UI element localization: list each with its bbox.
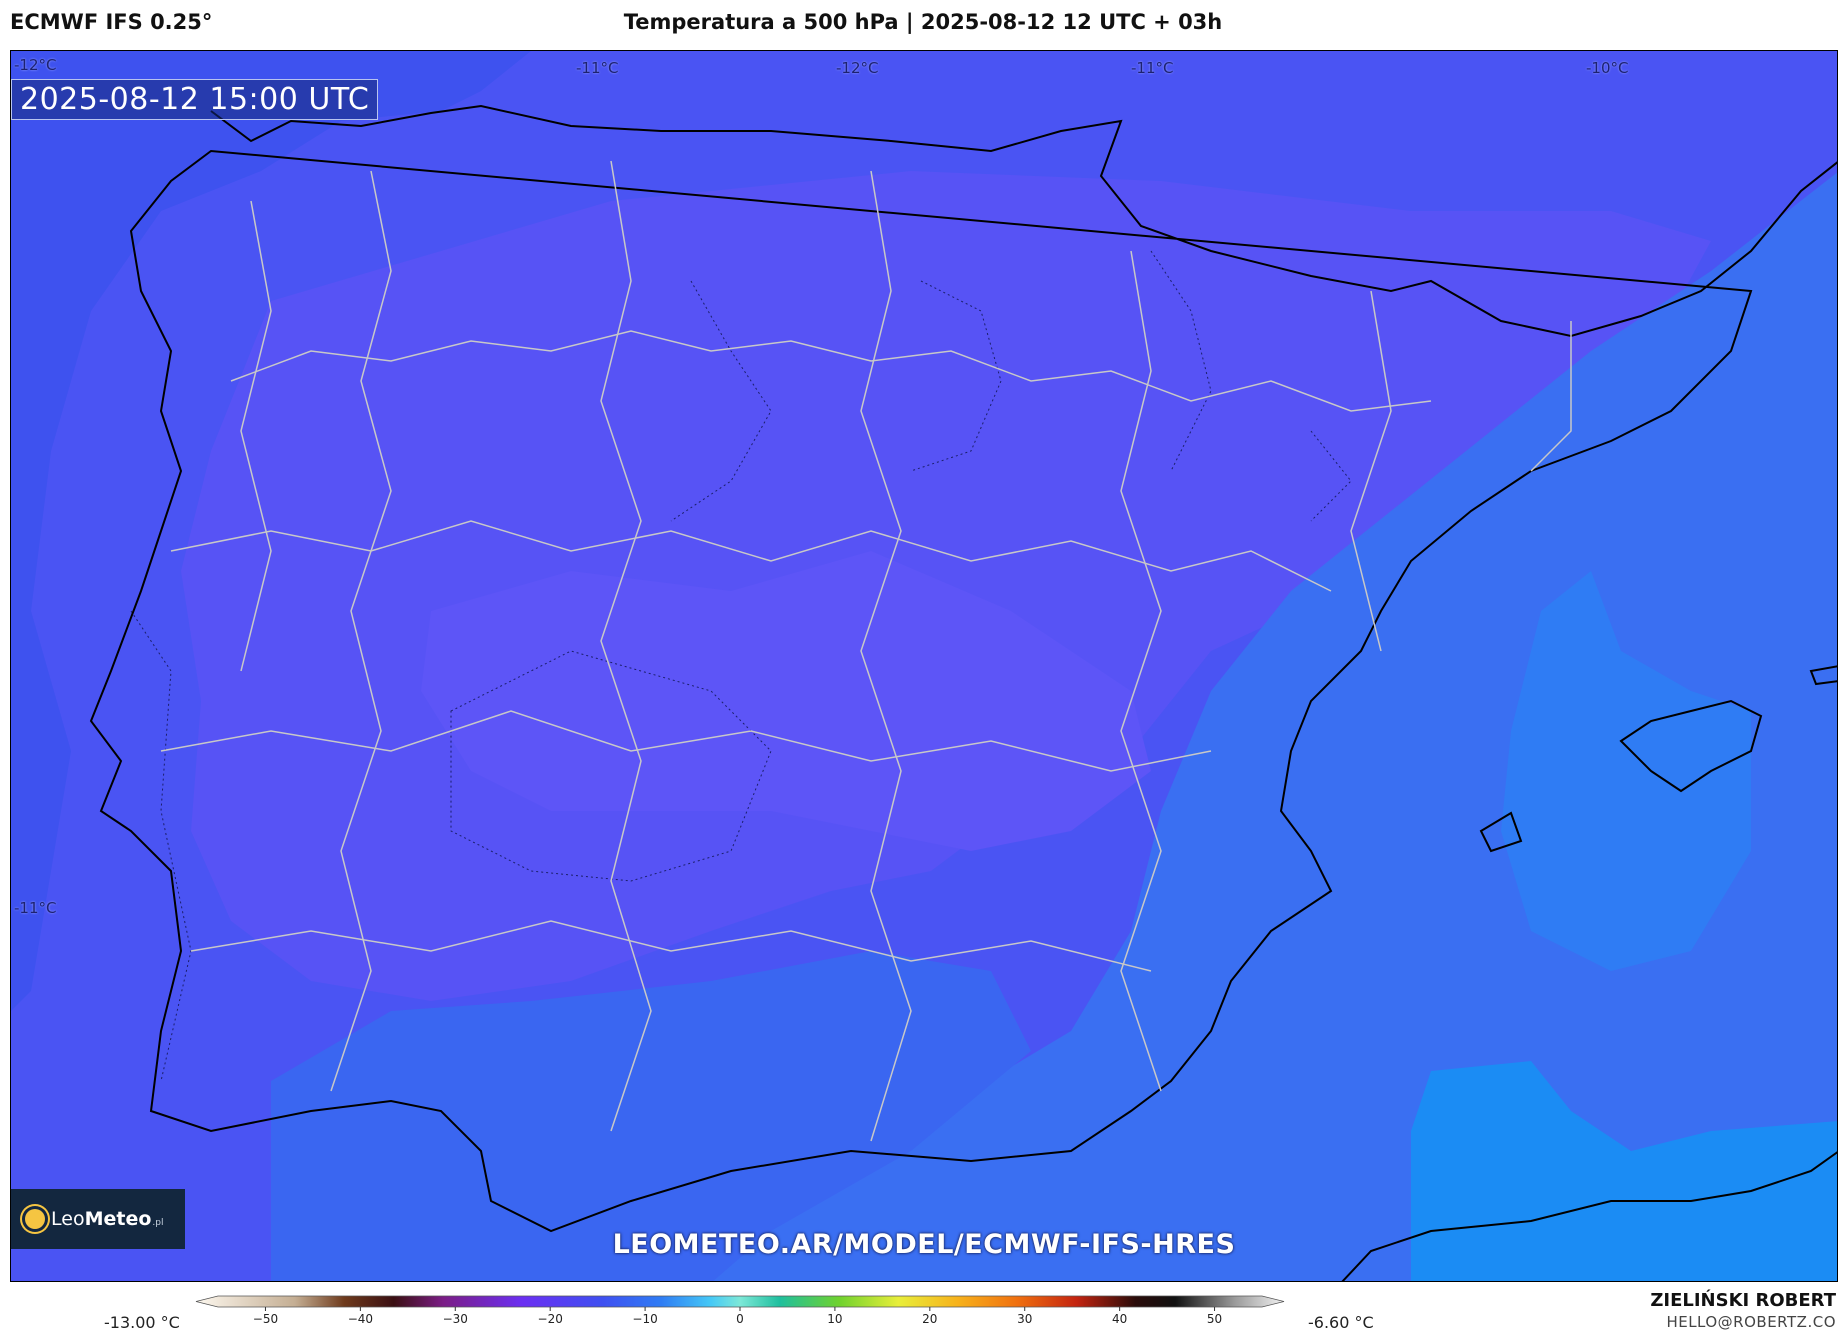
colorbar: -13.00 °C −50 −40 −30 −20 −10 0 10 20 30 40 50 -6.… bbox=[0, 1290, 1846, 1338]
temperature-map: 2025-08-12 15:00 UTC -12°C -11°C -12°C -… bbox=[10, 50, 1838, 1282]
colorbar-max-label: -6.60 °C bbox=[1308, 1313, 1374, 1332]
isotherm-label-2: -11°C bbox=[576, 59, 619, 77]
valid-time-label: 2025-08-12 15:00 UTC bbox=[11, 79, 379, 120]
isotherm-label-1: -12°C bbox=[14, 56, 57, 74]
logo-text: LeoMeteo.pl bbox=[51, 1208, 164, 1230]
colorbar-tick-label: −10 bbox=[632, 1312, 657, 1326]
colorbar-tick-label: −30 bbox=[443, 1312, 468, 1326]
isotherm-label-3: -12°C bbox=[836, 59, 879, 77]
isotherm-label-4: -11°C bbox=[1131, 59, 1174, 77]
colorbar-tick-label: 50 bbox=[1207, 1312, 1222, 1326]
colorbar-tick-label: 40 bbox=[1112, 1312, 1127, 1326]
colorbar-tick-label: −20 bbox=[538, 1312, 563, 1326]
map-canvas bbox=[11, 51, 1837, 1281]
colorbar-tick-label: 10 bbox=[827, 1312, 842, 1326]
author-name: ZIELIŃSKI ROBERT bbox=[1650, 1290, 1836, 1311]
sun-icon bbox=[25, 1209, 45, 1229]
source-watermark: LEOMETEO.AR/MODEL/ECMWF-IFS-HRES bbox=[612, 1229, 1236, 1260]
isotherm-label-5: -10°C bbox=[1586, 59, 1629, 77]
colorbar-scale: −50 −40 −30 −20 −10 0 10 20 30 40 50 bbox=[195, 1295, 1285, 1326]
colorbar-tick-label: −40 bbox=[348, 1312, 373, 1326]
colorbar-tick-label: 30 bbox=[1017, 1312, 1032, 1326]
colorbar-gradient bbox=[195, 1295, 1285, 1308]
colorbar-tick-label: 20 bbox=[922, 1312, 937, 1326]
map-title: Temperatura a 500 hPa | 2025-08-12 12 UT… bbox=[623, 10, 1223, 34]
isotherm-label-6: -11°C bbox=[14, 899, 57, 917]
colorbar-tick-label: 0 bbox=[736, 1312, 744, 1326]
author-email: HELLO@ROBERTZ.CO bbox=[1666, 1313, 1836, 1331]
colorbar-tick-label: −50 bbox=[253, 1312, 278, 1326]
author-block: ZIELIŃSKI ROBERT HELLO@ROBERTZ.CO bbox=[1650, 1290, 1836, 1331]
